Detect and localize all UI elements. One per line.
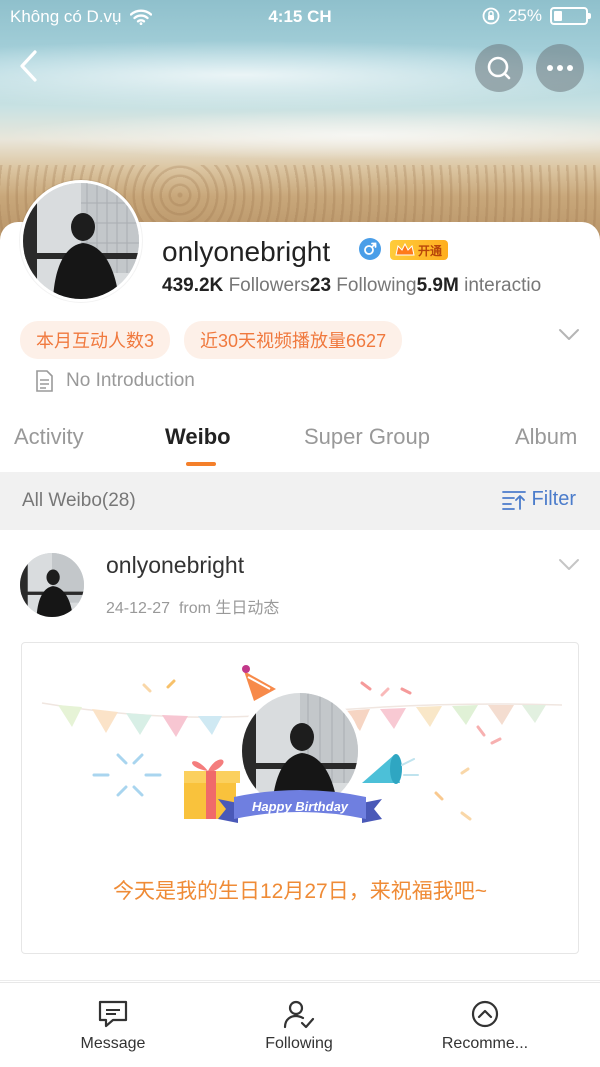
post-divider — [0, 980, 600, 981]
more-button[interactable] — [536, 44, 584, 92]
message-button[interactable]: Message — [38, 999, 188, 1053]
avatar-photo — [23, 183, 139, 299]
post-meta: 24-12-27 from 生日动态 — [106, 594, 279, 618]
profile-tabs: Activity Weibo Super Group Album — [0, 420, 600, 470]
following-label[interactable]: Following — [336, 275, 416, 296]
all-weibo-label[interactable]: All Weibo(28) — [22, 490, 136, 512]
profile-avatar[interactable] — [20, 180, 142, 302]
chevron-down-icon — [559, 329, 579, 340]
profile-username: onlyonebright — [162, 236, 331, 267]
post-source: 生日动态 — [215, 600, 280, 617]
tag-video-views[interactable]: 近30天视频播放量6627 — [184, 321, 403, 359]
following-button[interactable]: Following — [224, 999, 374, 1053]
weibo-filter-bar: All Weibo(28) Filter — [0, 472, 600, 530]
message-label: Message — [80, 1035, 146, 1052]
intro-text: No Introduction — [66, 370, 195, 391]
happy-birthday-ribbon-text: Happy Birthday — [251, 799, 349, 814]
tab-super-group[interactable]: Super Group — [304, 424, 430, 450]
tab-album[interactable]: Album — [515, 424, 577, 450]
post-options-button[interactable] — [558, 558, 580, 577]
birthday-message: 今天是我的生日12月27日，来祝福我吧~ — [113, 880, 487, 903]
chevron-left-icon — [20, 50, 37, 82]
tab-weibo[interactable]: Weibo — [165, 424, 231, 450]
male-icon — [359, 238, 381, 260]
profile-page: Không có D.vụ 4:15 CH 25% onlyonebright … — [0, 0, 600, 1067]
vip-badge[interactable]: 开通 — [390, 240, 448, 260]
bottom-action-bar: Message Following Recomme... — [0, 982, 600, 1067]
birthday-card[interactable]: Happy Birthday 今天是我的生日12月27日，来祝福我吧~ — [21, 642, 579, 954]
post-avatar-photo — [20, 553, 84, 617]
follow-user-icon — [283, 1000, 315, 1029]
post-author-avatar[interactable] — [20, 553, 84, 617]
filter-sort-icon — [501, 490, 526, 510]
battery-fill — [554, 11, 562, 21]
back-button[interactable] — [14, 46, 48, 90]
post-date: 24-12-27 — [106, 600, 171, 617]
interactions-count: 5.9M — [416, 275, 459, 296]
interactions-label: interactio — [464, 275, 542, 296]
profile-tags: 本月互动人数3 近30天视频播放量6627 — [20, 321, 403, 359]
filter-button[interactable]: Filter — [501, 488, 576, 511]
profile-intro[interactable]: No Introduction — [34, 370, 195, 392]
more-dots-icon — [547, 65, 573, 71]
chevron-down-icon — [559, 559, 579, 570]
status-right: 25% — [482, 6, 591, 26]
battery-icon — [550, 7, 591, 25]
status-bar: Không có D.vụ 4:15 CH 25% — [0, 0, 600, 34]
tab-activity[interactable]: Activity — [14, 424, 84, 450]
post-author-name[interactable]: onlyonebright — [106, 552, 244, 579]
message-icon — [98, 1000, 128, 1028]
recommend-button[interactable]: Recomme... — [410, 999, 560, 1053]
filter-label: Filter — [531, 488, 576, 510]
recommend-icon — [471, 1000, 499, 1028]
following-nav-label: Following — [265, 1035, 333, 1052]
tag-monthly-interactions[interactable]: 本月互动人数3 — [20, 321, 171, 359]
tags-expand-button[interactable] — [558, 328, 580, 347]
birthday-illustration — [41, 665, 563, 823]
post-from-label: from — [178, 600, 211, 617]
following-count[interactable]: 23 — [310, 275, 331, 296]
document-icon — [36, 370, 53, 392]
recommend-label: Recomme... — [441, 1035, 529, 1052]
battery-percent: 25% — [507, 6, 542, 25]
active-tab-indicator — [186, 462, 216, 466]
crown-icon — [395, 243, 415, 256]
vip-label: 开通 — [418, 243, 443, 258]
followers-label[interactable]: Followers — [229, 275, 310, 296]
search-icon — [487, 56, 511, 80]
followers-count[interactable]: 439.2K — [162, 275, 223, 296]
orientation-lock-icon — [482, 7, 500, 25]
profile-stats: 439.2K Followers23 Following5.9M interac… — [162, 275, 600, 297]
search-button[interactable] — [475, 44, 523, 92]
